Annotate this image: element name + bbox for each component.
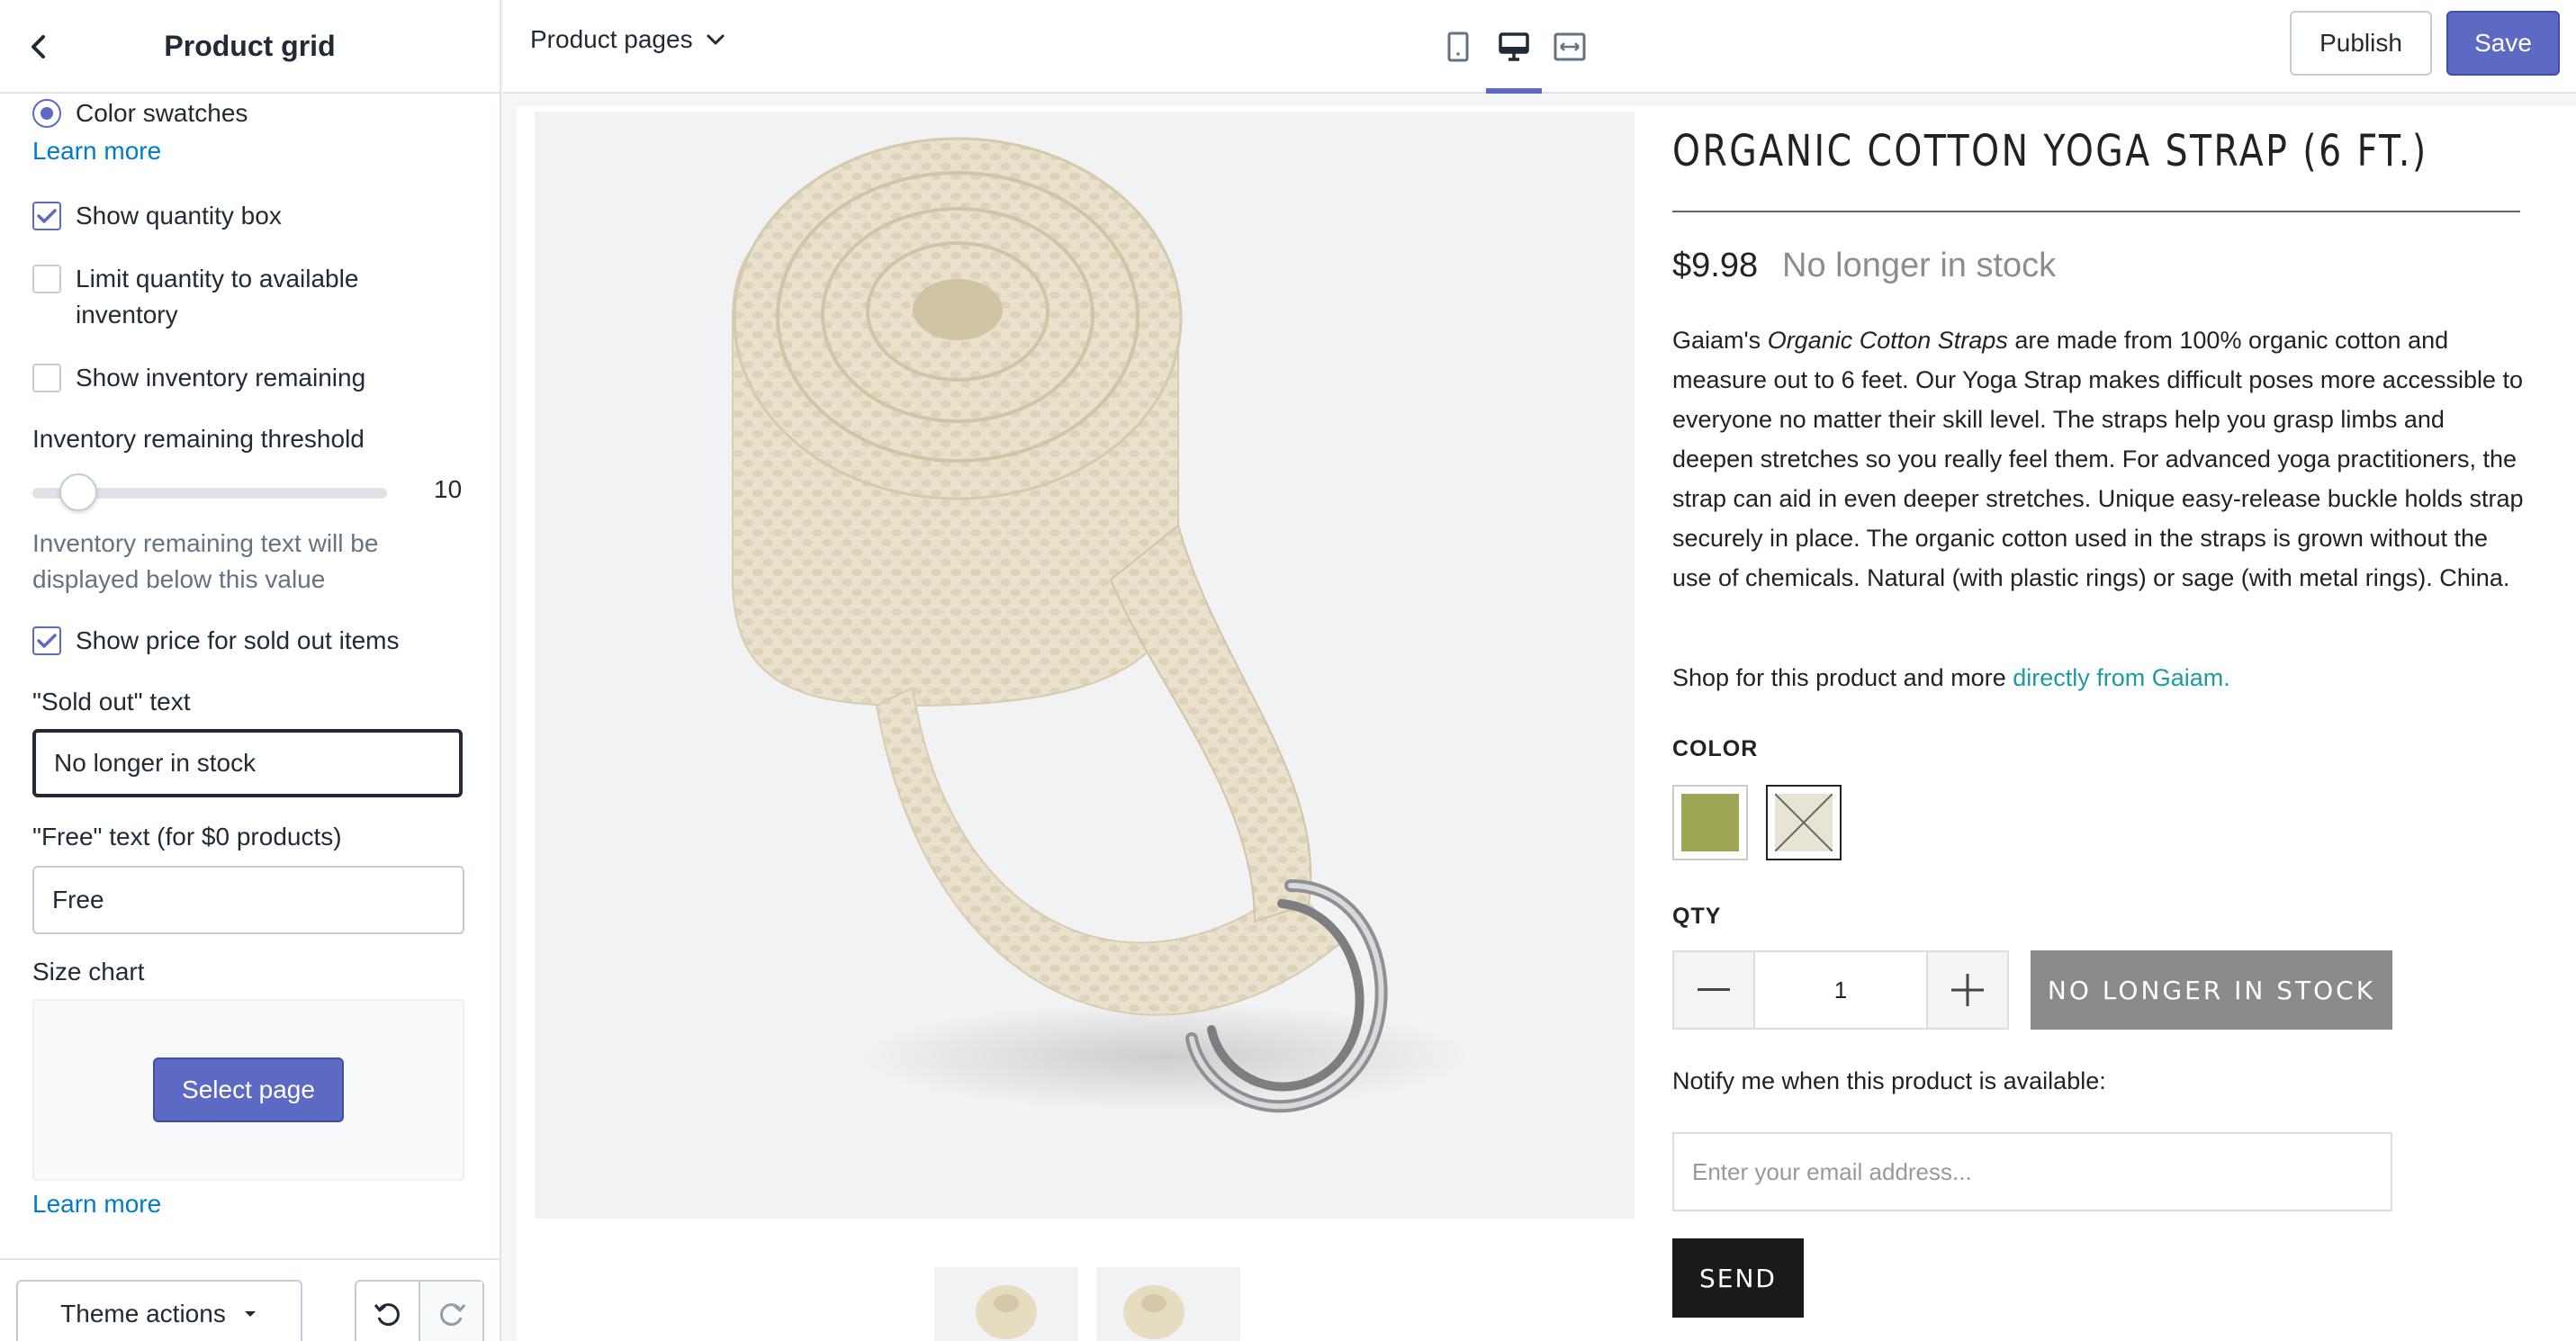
description-intro: Gaiam's: [1672, 327, 1768, 354]
gaiam-link[interactable]: directly from Gaiam.: [2013, 664, 2230, 691]
send-button[interactable]: SEND: [1672, 1238, 1804, 1318]
sidebar-title: Product grid: [164, 29, 336, 62]
redo-icon: [439, 1303, 465, 1327]
product-thumbnail-2[interactable]: [1096, 1267, 1240, 1341]
sold-out-text-input[interactable]: No longer in stock: [32, 729, 463, 797]
show-price-sold-out-label: Show price for sold out items: [76, 626, 400, 654]
free-text-label: "Free" text (for $0 products): [32, 823, 342, 850]
show-price-sold-out-checkbox[interactable]: [32, 626, 61, 655]
color-swatches-radio[interactable]: [32, 99, 61, 128]
caret-down-icon: [244, 1311, 256, 1317]
sidebar-footer: Theme actions: [0, 1258, 500, 1341]
plus-icon: [1951, 974, 1984, 1006]
color-swatches-label: Color swatches: [76, 99, 248, 127]
theme-actions-button[interactable]: Theme actions: [16, 1280, 302, 1341]
quantity-stepper: 1: [1672, 950, 2009, 1030]
back-button[interactable]: [20, 29, 56, 65]
unavailable-swatch-icon: [1775, 794, 1833, 851]
storefront-preview: ORGANIC COTTON YOGA STRAP (6 FT.) $9.98 …: [517, 106, 2576, 1341]
color-swatches-option[interactable]: Color swatches: [32, 95, 248, 131]
qty-label: QTY: [1672, 904, 1722, 929]
product-title: ORGANIC COTTON YOGA STRAP (6 FT.): [1672, 126, 2428, 176]
inventory-help-text: Inventory remaining text will be display…: [32, 529, 379, 593]
learn-more-link[interactable]: Learn more: [32, 137, 161, 166]
strap-thumbnail-icon: [976, 1285, 1037, 1339]
product-description: Gaiam's Organic Cotton Straps are made f…: [1672, 320, 2527, 598]
device-preview-switcher: [1430, 0, 1598, 94]
sidebar-header: Product grid: [0, 0, 500, 94]
show-quantity-box-label: Show quantity box: [76, 202, 282, 230]
shop-line-text: Shop for this product and more: [1672, 664, 2013, 691]
product-thumbnail-1[interactable]: [934, 1267, 1078, 1341]
settings-sidebar: Product grid Color swatches Learn more S…: [0, 0, 501, 1341]
free-text-input[interactable]: Free: [32, 866, 464, 934]
show-quantity-box-option[interactable]: Show quantity box: [32, 198, 282, 234]
sidebar-body: Color swatches Learn more Show quantity …: [0, 95, 500, 1260]
decrease-qty-button[interactable]: [1674, 952, 1753, 1028]
limit-quantity-checkbox[interactable]: [32, 265, 61, 293]
limit-quantity-label: Limit quantity to available inventory: [76, 265, 359, 328]
description-body: are made from 100% organic cotton and me…: [1672, 327, 2524, 591]
title-divider: [1672, 211, 2520, 212]
desktop-icon: [1499, 32, 1529, 61]
theme-actions-label: Theme actions: [60, 1300, 226, 1328]
color-label: COLOR: [1672, 736, 1759, 761]
shop-line: Shop for this product and more directly …: [1672, 664, 2230, 692]
save-button[interactable]: Save: [2446, 11, 2560, 76]
sage-swatch-fill: [1681, 794, 1739, 851]
increase-qty-button[interactable]: [1928, 952, 2007, 1028]
chevron-left-icon: [32, 35, 45, 58]
stock-status: No longer in stock: [1782, 247, 2057, 284]
fullscreen-icon: [1554, 32, 1586, 61]
publish-button[interactable]: Publish: [2290, 11, 2432, 76]
undo-redo-group: [355, 1280, 484, 1341]
show-inventory-remaining-option[interactable]: Show inventory remaining: [32, 360, 365, 396]
desktop-preview-button[interactable]: [1486, 0, 1542, 94]
show-inventory-remaining-checkbox[interactable]: [32, 364, 61, 392]
description-product-name: Organic Cotton Straps: [1767, 327, 2008, 354]
size-chart-box: Select page: [32, 999, 464, 1181]
size-chart-label: Size chart: [32, 958, 145, 986]
fullscreen-preview-button[interactable]: [1542, 0, 1598, 94]
inventory-threshold-value: 10: [434, 475, 463, 503]
product-main-image[interactable]: [535, 112, 1635, 1219]
learn-more-link-2[interactable]: Learn more: [32, 1190, 161, 1219]
editor-topbar: Product pages Publish Save: [503, 0, 2576, 94]
show-quantity-box-checkbox[interactable]: [32, 202, 61, 230]
select-page-button[interactable]: Select page: [153, 1058, 344, 1122]
chevron-down-icon: [707, 34, 725, 45]
strap-thumbnail-icon: [1123, 1285, 1184, 1339]
email-input[interactable]: Enter your email address...: [1672, 1132, 2392, 1211]
inventory-threshold-label: Inventory remaining threshold: [32, 425, 365, 453]
checkmark-icon: [37, 209, 57, 223]
product-price: $9.98: [1672, 247, 1759, 284]
quantity-input[interactable]: 1: [1753, 952, 1928, 1028]
show-price-sold-out-option[interactable]: Show price for sold out items: [32, 623, 400, 659]
redo-button[interactable]: [419, 1282, 482, 1341]
show-inventory-remaining-label: Show inventory remaining: [76, 364, 366, 392]
mobile-icon: [1447, 32, 1469, 62]
inventory-threshold-slider-thumb[interactable]: [59, 473, 97, 511]
undo-button[interactable]: [356, 1282, 419, 1341]
mobile-preview-button[interactable]: [1430, 0, 1486, 94]
color-swatch-sage[interactable]: [1672, 785, 1748, 860]
page-type-select[interactable]: Product pages: [530, 25, 725, 54]
page-type-label: Product pages: [530, 25, 693, 53]
minus-icon: [1698, 988, 1730, 991]
no-longer-in-stock-button[interactable]: NO LONGER IN STOCK: [2031, 950, 2392, 1030]
radio-dot: [41, 107, 53, 120]
yoga-strap-image: [732, 137, 1471, 1113]
notify-text: Notify me when this product is available…: [1672, 1067, 2106, 1094]
limit-quantity-option[interactable]: Limit quantity to available inventory: [32, 261, 428, 333]
undo-icon: [374, 1303, 400, 1327]
sold-out-text-label: "Sold out" text: [32, 688, 191, 716]
checkmark-icon: [37, 634, 57, 648]
color-swatch-natural[interactable]: [1766, 785, 1842, 860]
